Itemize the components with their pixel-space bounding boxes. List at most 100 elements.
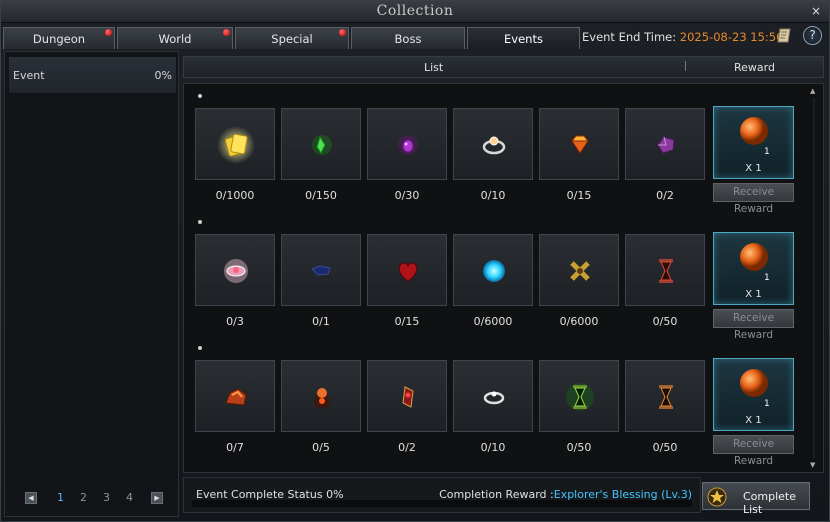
help-button[interactable]: ? <box>803 26 822 45</box>
page-2[interactable]: 2 <box>80 491 87 504</box>
collection-row: 0/1000 0/150 0/30 0/10 0/15 0/2 1 X 1 Re… <box>184 84 808 215</box>
item-count: 0/10 <box>480 189 506 202</box>
completion-reward: Completion Reward :Explorer's Blessing (… <box>439 488 692 501</box>
tab-boss[interactable]: Boss <box>351 27 465 49</box>
red-crystal-icon <box>402 386 414 408</box>
item-slot[interactable] <box>539 234 619 306</box>
gold-cross-icon <box>570 261 590 281</box>
item-slot[interactable] <box>281 108 361 180</box>
window-title: Collection <box>376 3 454 19</box>
notification-dot-icon <box>105 29 112 36</box>
tab-label: Dungeon <box>32 32 86 46</box>
item-slot[interactable] <box>281 234 361 306</box>
red-hourglass-icon <box>659 259 673 283</box>
item-count: 0/1000 <box>215 189 255 202</box>
list-header: List Reward <box>183 56 824 78</box>
list-scrollbar[interactable]: ▲ ▼ <box>808 86 820 470</box>
next-page-button[interactable]: ▶ <box>151 492 163 504</box>
scroll-down-icon[interactable]: ▼ <box>810 461 815 469</box>
page-1[interactable]: 1 <box>57 491 64 504</box>
reward-quantity: 1 <box>764 273 770 283</box>
item-count: 0/6000 <box>559 315 599 328</box>
tab-label: Boss <box>394 32 422 46</box>
item-count: 0/30 <box>394 189 420 202</box>
green-hourglass-icon <box>566 383 594 411</box>
sidebar-item-percent: 0% <box>154 69 172 82</box>
receive-reward-button[interactable]: Receive Reward <box>713 309 794 341</box>
tab-special[interactable]: Special <box>235 27 349 49</box>
page-4[interactable]: 4 <box>126 491 133 504</box>
red-heart-icon <box>398 262 418 282</box>
sidebar-item-label: Event <box>13 69 45 82</box>
collection-window: Collection × Dungeon World Special Boss … <box>0 0 830 522</box>
item-count: 0/2 <box>398 441 416 454</box>
item-slot[interactable] <box>539 360 619 432</box>
dark-fragment-icon <box>311 265 331 276</box>
collection-row: 0/7 0/5 0/2 0/10 0/50 0/50 1 X 1 Receive… <box>184 336 808 467</box>
prev-page-button[interactable]: ◀ <box>25 492 37 504</box>
orange-orb-icon <box>740 243 768 271</box>
item-slot[interactable] <box>453 360 533 432</box>
reward-slot[interactable]: 1 X 1 <box>713 358 794 431</box>
item-slot[interactable] <box>453 108 533 180</box>
receive-reward-button[interactable]: Receive Reward <box>713 183 794 215</box>
item-slot[interactable] <box>539 108 619 180</box>
item-slot[interactable] <box>195 234 275 306</box>
pink-jewel-icon <box>224 259 248 283</box>
item-slot[interactable] <box>625 234 705 306</box>
reward-quantity-label: X 1 <box>745 415 762 426</box>
item-slot[interactable] <box>367 360 447 432</box>
fire-ore-icon <box>225 388 247 406</box>
sidebar-item-event[interactable]: Event 0% <box>9 57 176 93</box>
event-complete-status: Event Complete Status 0% <box>196 488 344 501</box>
item-count: 0/7 <box>226 441 244 454</box>
collection-row: 0/3 0/1 0/15 0/6000 0/6000 0/50 1 X 1 Re… <box>184 210 808 341</box>
reward-quantity: 1 <box>764 147 770 157</box>
event-end-label: Event End Time: <box>582 30 680 44</box>
ember-icon <box>314 388 330 409</box>
purple-stone-icon <box>657 136 675 154</box>
bullet-icon <box>198 220 202 224</box>
reward-quantity-label: X 1 <box>745 289 762 300</box>
item-count: 0/5 <box>312 441 330 454</box>
collection-list[interactable]: 0/1000 0/150 0/30 0/10 0/15 0/2 1 X 1 Re… <box>183 83 824 473</box>
ring-icon <box>482 136 506 155</box>
scroll-up-icon[interactable]: ▲ <box>810 87 815 95</box>
scroll-track[interactable] <box>813 98 815 458</box>
item-count: 0/150 <box>305 189 337 202</box>
completion-status-bar: Event Complete Status 0% Completion Rewa… <box>183 477 701 513</box>
orange-gem-icon <box>570 135 590 154</box>
reward-slot[interactable]: 1 X 1 <box>713 106 794 179</box>
close-button[interactable]: × <box>811 4 821 18</box>
tab-label: World <box>158 32 192 46</box>
page-3[interactable]: 3 <box>103 491 110 504</box>
column-reward: Reward <box>734 61 775 74</box>
item-slot[interactable] <box>625 360 705 432</box>
tab-world[interactable]: World <box>117 27 233 49</box>
event-end-time: Event End Time: 2025-08-23 15:56 <box>582 30 783 44</box>
notification-dot-icon <box>223 29 230 36</box>
item-slot[interactable] <box>195 360 275 432</box>
item-slot[interactable] <box>195 108 275 180</box>
pagination: ◀ 1 2 3 4 ▶ <box>25 491 165 506</box>
progress-track <box>192 500 692 507</box>
receive-reward-button[interactable]: Receive Reward <box>713 435 794 467</box>
item-slot[interactable] <box>625 108 705 180</box>
event-end-date: 2025-08-23 15:56 <box>679 30 784 44</box>
title-bar[interactable]: Collection × <box>1 1 829 23</box>
completion-reward-value: Explorer's Blessing (Lv.3) <box>553 488 692 501</box>
tab-dungeon[interactable]: Dungeon <box>3 27 115 49</box>
reward-slot[interactable]: 1 X 1 <box>713 232 794 305</box>
purple-gem-icon <box>398 135 418 155</box>
category-sidebar: Event 0% ◀ 1 2 3 4 ▶ <box>4 51 179 517</box>
tab-events[interactable]: Events <box>467 27 580 49</box>
item-slot[interactable] <box>281 360 361 432</box>
item-slot[interactable] <box>367 234 447 306</box>
item-count: 0/2 <box>656 189 674 202</box>
item-slot[interactable] <box>367 108 447 180</box>
item-slot[interactable] <box>453 234 533 306</box>
complete-list-button[interactable]: Complete List <box>702 482 810 516</box>
scroll-icon[interactable] <box>775 26 795 46</box>
reward-quantity-label: X 1 <box>745 163 762 174</box>
silver-ring-icon <box>483 391 505 405</box>
